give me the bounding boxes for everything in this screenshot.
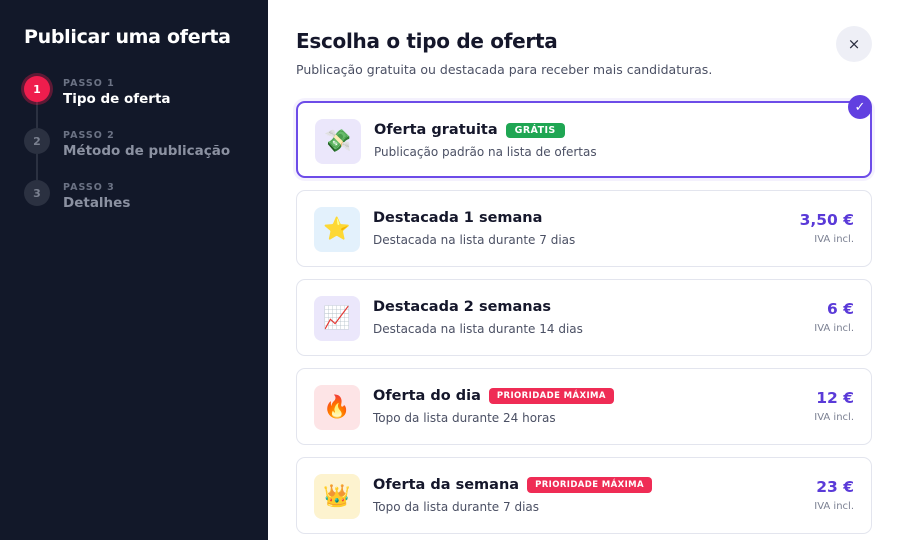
vat-note: IVA incl.: [814, 501, 854, 512]
option-title: Oferta do dia: [373, 388, 481, 404]
priority-badge: PRIORIDADE MÁXIMA: [527, 477, 652, 493]
star-icon: ⭐: [314, 207, 360, 252]
option-price: 6 €: [827, 300, 854, 318]
vat-note: IVA incl.: [814, 234, 854, 245]
step-label: Método de publicação: [63, 143, 231, 159]
step-kicker: PASSO 1: [63, 78, 115, 89]
option-title: Oferta da semana: [373, 477, 520, 493]
money-with-wings-icon: 💸: [315, 119, 361, 164]
sidebar-title: Publicar uma oferta: [24, 26, 231, 48]
step-number: 2: [24, 128, 50, 154]
priority-badge: PRIORIDADE MÁXIMA: [488, 388, 614, 404]
option-description: Publicação padrão na lista de ofertas: [374, 145, 597, 159]
step-kicker: PASSO 2: [63, 130, 115, 141]
option-description: Topo da lista durante 7 dias: [373, 500, 540, 514]
option-title: Oferta gratuita: [374, 122, 498, 138]
close-button[interactable]: ×: [836, 26, 872, 62]
step-item-detalhes[interactable]: 3 PASSO 3 Detalhes: [24, 180, 254, 220]
option-oferta-gratuita[interactable]: 💸 Oferta gratuita GRÁTIS Publicação padr…: [296, 95, 872, 178]
option-oferta-da-semana[interactable]: 👑 Oferta da semana PRIORIDADE MÁXIMA Top…: [296, 457, 872, 534]
option-description: Topo da lista durante 24 horas: [373, 411, 556, 425]
step-number: 1: [24, 76, 50, 102]
step-item-tipo-de-oferta[interactable]: 1 PASSO 1 Tipo de oferta: [24, 76, 254, 116]
option-destacada-2-semanas[interactable]: 📈 Destacada 2 semanas Destacada na lista…: [296, 279, 872, 356]
crown-icon: 👑: [314, 474, 360, 519]
step-number: 3: [24, 180, 50, 206]
step-item-metodo-de-publicacao[interactable]: 2 PASSO 2 Método de publicação: [24, 128, 254, 168]
step-label: Detalhes: [63, 195, 131, 211]
page-subtitle: Publicação gratuita ou destacada para re…: [296, 62, 713, 77]
option-oferta-do-dia[interactable]: 🔥 Oferta do dia PRIORIDADE MÁXIMA Topo d…: [296, 368, 872, 445]
chart-increasing-icon: 📈: [314, 296, 360, 341]
option-price: 3,50 €: [799, 211, 854, 229]
vat-note: IVA incl.: [814, 323, 854, 334]
option-title: Destacada 2 semanas: [373, 299, 552, 315]
option-description: Destacada na lista durante 7 dias: [373, 233, 576, 247]
close-icon: ×: [847, 35, 861, 53]
step-label: Tipo de oferta: [63, 91, 171, 107]
option-price: 23 €: [816, 478, 854, 496]
page-title: Escolha o tipo de oferta: [296, 29, 558, 53]
fire-icon: 🔥: [314, 385, 360, 430]
vat-note: IVA incl.: [814, 412, 854, 423]
step-kicker: PASSO 3: [63, 182, 115, 193]
sidebar: Publicar uma oferta 1 PASSO 1 Tipo de of…: [0, 0, 268, 540]
option-destacada-1-semana[interactable]: ⭐ Destacada 1 semana Destacada na lista …: [296, 190, 872, 267]
option-description: Destacada na lista durante 14 dias: [373, 322, 583, 336]
selected-check-icon: ✓: [848, 95, 872, 119]
free-badge: GRÁTIS: [505, 122, 565, 138]
main-panel: Escolha o tipo de oferta Publicação grat…: [268, 0, 924, 540]
option-title: Destacada 1 semana: [373, 210, 543, 226]
option-price: 12 €: [816, 389, 854, 407]
